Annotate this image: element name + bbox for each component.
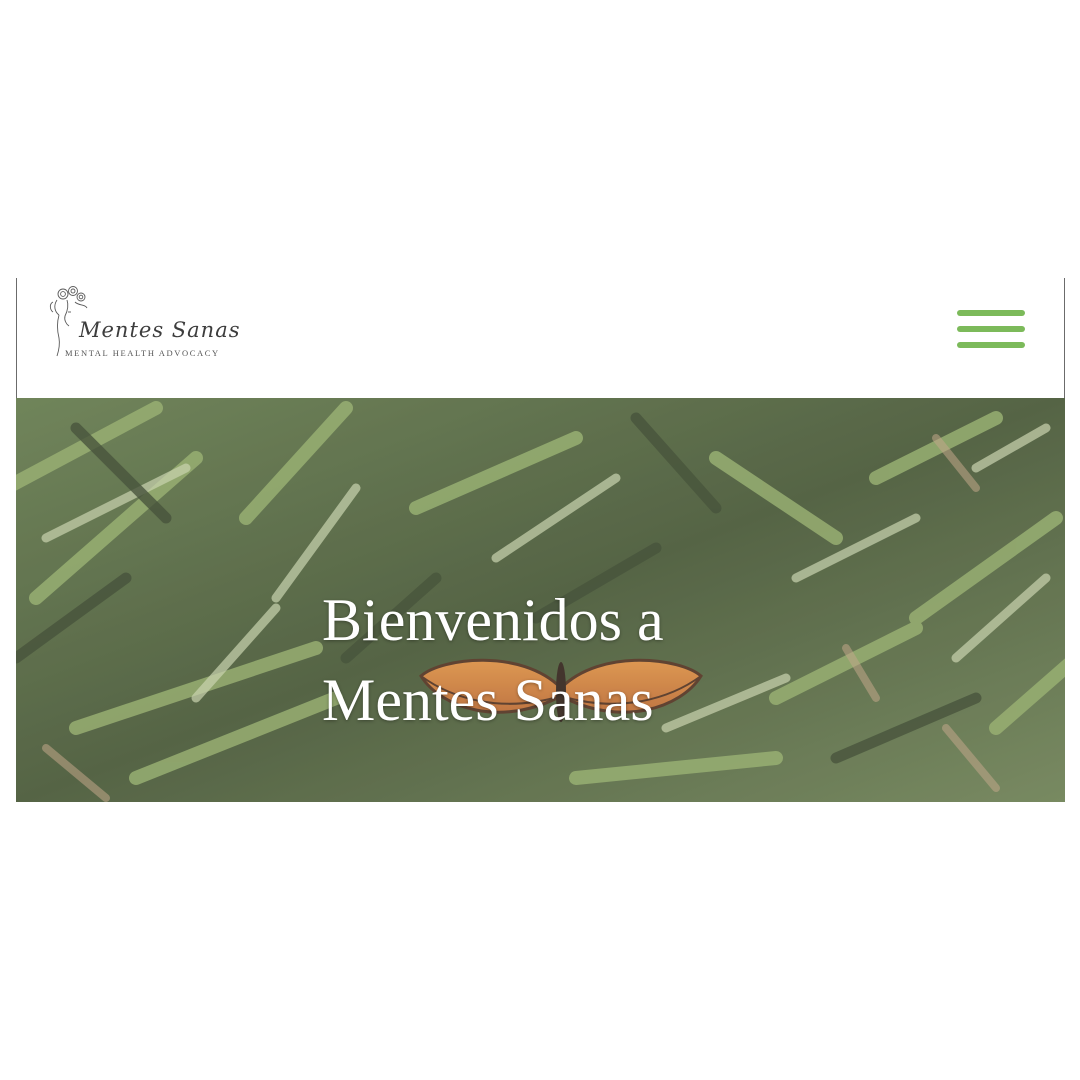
logo-name: Mentes Sanas [79,318,241,342]
site-header: Mentes Sanas MENTAL HEALTH ADVOCACY [16,278,1065,398]
logo-tagline: MENTAL HEALTH ADVOCACY [65,348,220,358]
hero-title-line-1: Bienvenidos a [322,587,664,653]
menu-bar-middle [957,326,1025,332]
hero-title-line-2: Mentes Sanas [322,667,654,733]
menu-bar-top [957,310,1025,316]
hero-title: Bienvenidos a Mentes Sanas [322,580,664,740]
menu-bar-bottom [957,342,1025,348]
site-logo[interactable]: Mentes Sanas MENTAL HEALTH ADVOCACY [45,282,240,366]
website-frame: Mentes Sanas MENTAL HEALTH ADVOCACY Bien… [16,278,1065,802]
hamburger-menu-icon[interactable] [955,308,1027,350]
hero-section: Bienvenidos a Mentes Sanas [16,398,1065,802]
